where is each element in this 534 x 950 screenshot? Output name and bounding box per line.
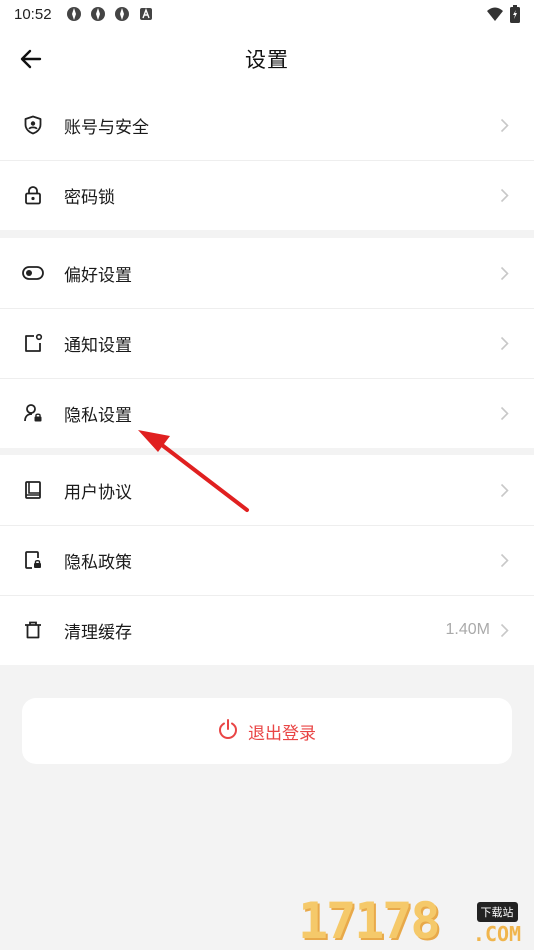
page-title: 设置 bbox=[245, 48, 289, 72]
settings-item-privacy-settings[interactable]: 隐私设置 bbox=[0, 378, 534, 448]
watermark-side: 下载站 .COM bbox=[466, 901, 528, 944]
settings-item-label: 通知设置 bbox=[64, 335, 132, 356]
settings-item-account-security[interactable]: 账号与安全 bbox=[0, 90, 534, 160]
chevron-right-icon bbox=[498, 186, 510, 204]
logout-button[interactable]: 退出登录 bbox=[22, 698, 512, 764]
cache-size-value: 1.40M bbox=[445, 621, 490, 638]
watermark-digits: 17178 bbox=[298, 892, 441, 950]
arrow-left-icon bbox=[20, 49, 42, 69]
app-notification-icon bbox=[66, 6, 82, 22]
settings-group-account: 账号与安全 密码锁 bbox=[0, 90, 534, 230]
trash-icon bbox=[22, 619, 44, 641]
status-time: 10:52 bbox=[14, 5, 52, 23]
settings-item-clear-cache[interactable]: 清理缓存 1.40M bbox=[0, 595, 534, 665]
chevron-right-icon bbox=[498, 621, 510, 639]
battery-icon bbox=[510, 5, 520, 27]
back-button[interactable] bbox=[14, 42, 48, 76]
lock-icon bbox=[22, 184, 44, 206]
chevron-right-icon bbox=[498, 404, 510, 422]
status-bar: 10:52 bbox=[0, 0, 534, 28]
status-right bbox=[486, 5, 520, 27]
chevron-right-icon bbox=[498, 481, 510, 499]
settings-item-label: 密码锁 bbox=[64, 187, 115, 208]
watermark-badge: 下载站 bbox=[476, 902, 518, 922]
settings-item-label: 账号与安全 bbox=[64, 117, 149, 138]
document-lock-icon bbox=[22, 549, 44, 571]
settings-item-user-agreement[interactable]: 用户协议 bbox=[0, 455, 534, 525]
settings-item-notifications[interactable]: 通知设置 bbox=[0, 308, 534, 378]
chevron-right-icon bbox=[498, 116, 510, 134]
a-badge-icon bbox=[138, 6, 154, 22]
watermark-suffix: .COM bbox=[472, 922, 522, 946]
app-header: 设置 bbox=[0, 28, 534, 90]
wifi-icon bbox=[486, 6, 504, 26]
shield-user-icon bbox=[22, 114, 44, 136]
app-notification-icon bbox=[90, 6, 106, 22]
settings-item-privacy-policy[interactable]: 隐私政策 bbox=[0, 525, 534, 595]
book-icon bbox=[22, 479, 44, 501]
app-notification-icon bbox=[114, 6, 130, 22]
settings-item-label: 用户协议 bbox=[64, 482, 132, 503]
chevron-right-icon bbox=[498, 334, 510, 352]
toggle-icon bbox=[22, 262, 44, 284]
settings-item-preferences[interactable]: 偏好设置 bbox=[0, 238, 534, 308]
settings-item-label: 清理缓存 bbox=[64, 622, 132, 643]
chevron-right-icon bbox=[498, 551, 510, 569]
notification-icon bbox=[22, 332, 44, 354]
chevron-right-icon bbox=[498, 264, 510, 282]
power-icon bbox=[218, 719, 238, 743]
settings-item-label: 偏好设置 bbox=[64, 265, 132, 286]
settings-item-label: 隐私设置 bbox=[64, 405, 132, 426]
settings-group-preferences: 偏好设置 通知设置 隐私设置 bbox=[0, 238, 534, 448]
settings-item-password-lock[interactable]: 密码锁 bbox=[0, 160, 534, 230]
logout-label: 退出登录 bbox=[248, 723, 316, 744]
site-watermark: 17178 下载站 .COM bbox=[298, 890, 528, 946]
settings-group-legal: 用户协议 隐私政策 清理缓存 1.40M bbox=[0, 455, 534, 665]
settings-item-label: 隐私政策 bbox=[64, 552, 132, 573]
privacy-user-icon bbox=[22, 402, 44, 424]
